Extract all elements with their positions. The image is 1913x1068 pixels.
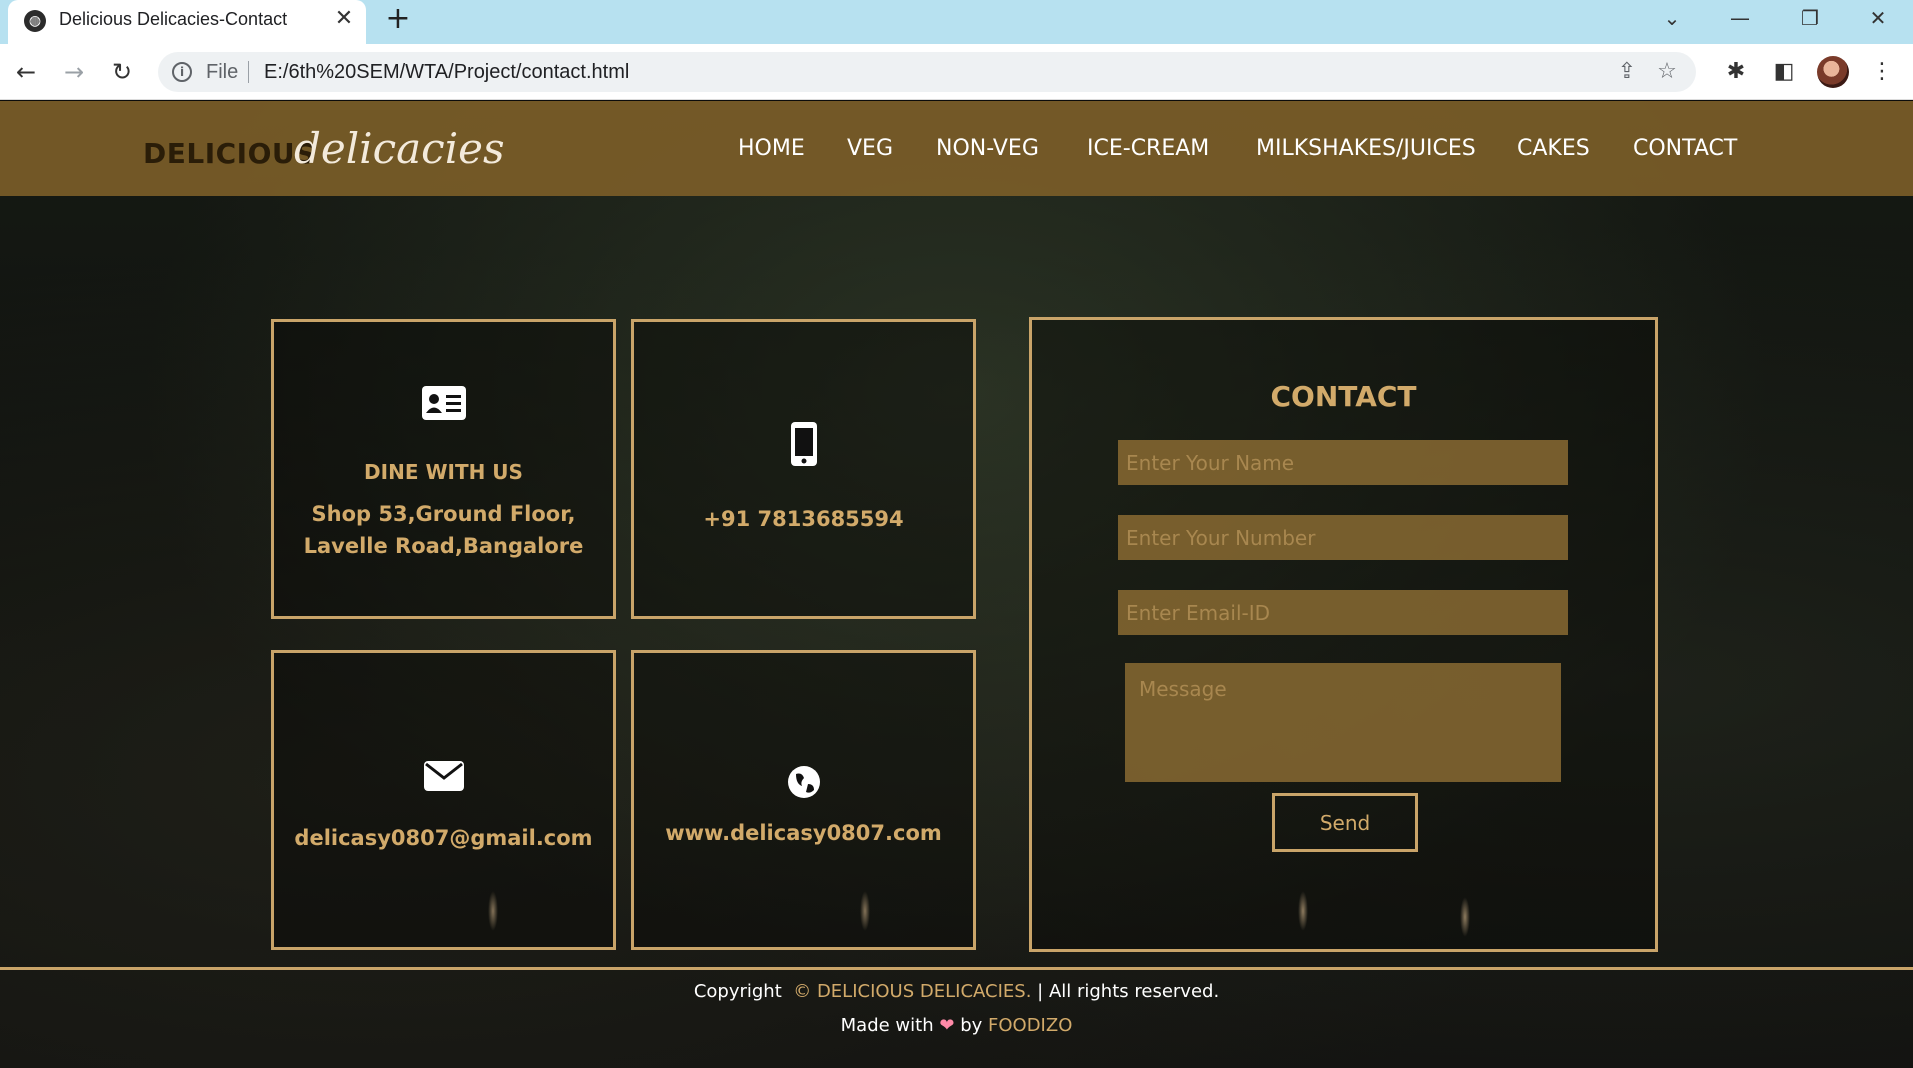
url-text[interactable]: E:/6th%20SEM/WTA/Project/contact.html <box>264 61 629 84</box>
heart-icon: ❤ <box>939 1015 955 1036</box>
forward-icon[interactable]: → <box>58 56 90 88</box>
website-url[interactable]: www.delicasy0807.com <box>634 821 973 845</box>
page-body: DELICIOUS delicacies HOME VEG NON-VEG IC… <box>0 101 1913 1068</box>
address-line-1: Shop 53,Ground Floor, <box>311 502 576 526</box>
reload-icon[interactable]: ↻ <box>106 56 138 88</box>
globe-icon: ◍ <box>24 10 46 32</box>
copyright-brand[interactable]: © DELICIOUS DELICACIES. <box>793 981 1031 1002</box>
send-button[interactable]: Send <box>1272 793 1418 852</box>
browser-toolbar: ← → ↻ i File E:/6th%20SEM/WTA/Project/co… <box>0 44 1913 100</box>
address-bar[interactable]: i File E:/6th%20SEM/WTA/Project/contact.… <box>158 52 1696 92</box>
name-field[interactable] <box>1118 440 1568 485</box>
nav-non-veg[interactable]: NON-VEG <box>936 136 1039 161</box>
divider <box>248 61 249 83</box>
back-icon[interactable]: ← <box>10 56 42 88</box>
author-link[interactable]: FOODIZO <box>988 1015 1072 1036</box>
envelope-icon <box>274 761 613 795</box>
close-icon[interactable]: ✕ <box>330 5 358 33</box>
address-line-2: Lavelle Road,Bangalore <box>303 534 584 558</box>
made-with-text: Made with <box>840 1015 934 1036</box>
copyright-line: Copyright © DELICIOUS DELICACIES. | All … <box>0 981 1913 1002</box>
star-icon[interactable]: ☆ <box>1652 57 1682 87</box>
phone-number[interactable]: +91 7813685594 <box>634 507 973 531</box>
nav-milkshakes-juices[interactable]: MILKSHAKES/JUICES <box>1256 136 1476 161</box>
restore-button[interactable]: ❐ <box>1790 2 1830 34</box>
new-tab-button[interactable]: + <box>382 3 414 35</box>
number-field[interactable] <box>1118 515 1568 560</box>
sidepanel-icon[interactable]: ◧ <box>1768 56 1800 88</box>
logo-script[interactable]: delicacies <box>294 124 505 173</box>
copyright-suffix: | All rights reserved. <box>1037 981 1220 1002</box>
globe-icon <box>634 766 973 802</box>
made-with-line: Made with ❤ by FOODIZO <box>0 1015 1913 1036</box>
footer-divider <box>0 967 1913 970</box>
nav-veg[interactable]: VEG <box>847 136 893 161</box>
avatar[interactable] <box>1817 56 1849 88</box>
window-close-button[interactable]: ✕ <box>1858 2 1898 34</box>
dine-title: DINE WITH US <box>364 460 523 484</box>
browser-tab-bar: ◍ Delicious Delicacies-Contact ✕ + ⌄ — ❐… <box>0 0 1913 44</box>
menu-icon[interactable]: ⋮ <box>1866 56 1898 88</box>
info-icon[interactable]: i <box>172 62 192 82</box>
email-card: delicasy0807@gmail.com <box>271 650 616 950</box>
message-field[interactable] <box>1125 663 1561 782</box>
address-card: DINE WITH US Shop 53,Ground Floor, Lavel… <box>271 319 616 619</box>
site-header: DELICIOUS delicacies HOME VEG NON-VEG IC… <box>0 101 1913 196</box>
browser-tab[interactable]: ◍ Delicious Delicacies-Contact ✕ <box>8 0 366 44</box>
chevron-down-icon[interactable]: ⌄ <box>1652 2 1692 34</box>
form-title: CONTACT <box>1270 380 1417 413</box>
copyright-prefix: Copyright <box>693 981 782 1002</box>
tab-title: Delicious Delicacies-Contact <box>59 9 288 29</box>
nav-ice-cream[interactable]: ICE-CREAM <box>1087 136 1209 161</box>
plus-icon: + <box>385 1 411 36</box>
nav-home[interactable]: HOME <box>738 136 805 161</box>
puzzle-icon[interactable]: ✱ <box>1720 56 1752 88</box>
mobile-phone-icon <box>634 422 973 470</box>
logo-text[interactable]: DELICIOUS <box>143 137 316 170</box>
by-text: by <box>960 1015 983 1036</box>
nav-contact[interactable]: CONTACT <box>1633 136 1737 161</box>
contact-form: CONTACT Send <box>1029 317 1658 952</box>
email-address[interactable]: delicasy0807@gmail.com <box>274 826 613 850</box>
id-card-icon <box>274 386 613 424</box>
nav-cakes[interactable]: CAKES <box>1517 136 1590 161</box>
file-label: File <box>206 61 239 83</box>
minimize-button[interactable]: — <box>1720 2 1760 34</box>
website-card: www.delicasy0807.com <box>631 650 976 950</box>
share-icon[interactable]: ⇪ <box>1612 57 1642 87</box>
email-field[interactable] <box>1118 590 1568 635</box>
phone-card: +91 7813685594 <box>631 319 976 619</box>
